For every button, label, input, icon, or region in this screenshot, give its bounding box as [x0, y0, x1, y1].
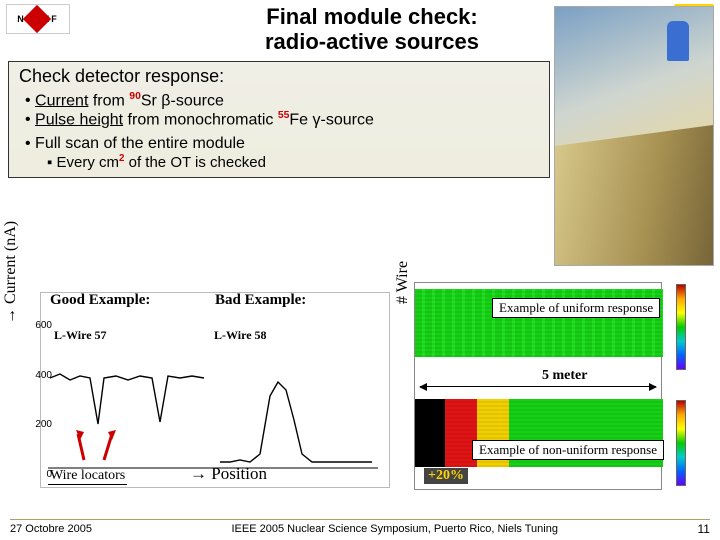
y-axis-current: → Current (nA) — [2, 221, 20, 324]
bullet-pulse-height: Pulse height from monochromatic 55Fe γ-s… — [25, 110, 539, 129]
bullet-full-scan: Full scan of the entire module — [25, 135, 539, 153]
caption-nonuniform: Example of non-uniform response — [472, 440, 664, 460]
locator-arrows-icon — [76, 430, 116, 464]
twenty-percent-badge: +20% — [424, 468, 468, 484]
check-panel: Check detector response: Current from 90… — [8, 61, 550, 179]
footer: 27 Octobre 2005 IEEE 2005 Nuclear Scienc… — [0, 522, 720, 536]
cleanroom-photo — [554, 6, 714, 266]
wire-locators-label: Wire locators — [48, 468, 127, 485]
nikhef-logo: NI HEF — [6, 4, 70, 34]
palette-strip-icon — [676, 400, 686, 486]
color-palette — [676, 284, 716, 488]
five-meter-label: 5 meter — [538, 368, 591, 384]
bullet-current: Current from 90Sr β-source — [25, 91, 539, 110]
footer-date: 27 Octobre 2005 — [10, 523, 92, 535]
check-heading: Check detector response: — [19, 66, 539, 87]
sub-bullet-cm2: Every cm2 of the OT is checked — [47, 153, 539, 171]
caption-uniform: Example of uniform response — [492, 298, 660, 318]
position-axis-label: → Position — [190, 464, 267, 484]
five-meter-span-icon — [420, 386, 656, 387]
lwire-labels: L-Wire 57 L-Wire 58 — [54, 328, 374, 343]
footer-rule — [10, 519, 710, 520]
y-axis-wire: # Wire — [394, 261, 412, 304]
page-number: 11 — [698, 522, 710, 536]
footer-venue: IEEE 2005 Nuclear Science Symposium, Pue… — [231, 523, 558, 535]
palette-strip-icon — [676, 284, 686, 370]
